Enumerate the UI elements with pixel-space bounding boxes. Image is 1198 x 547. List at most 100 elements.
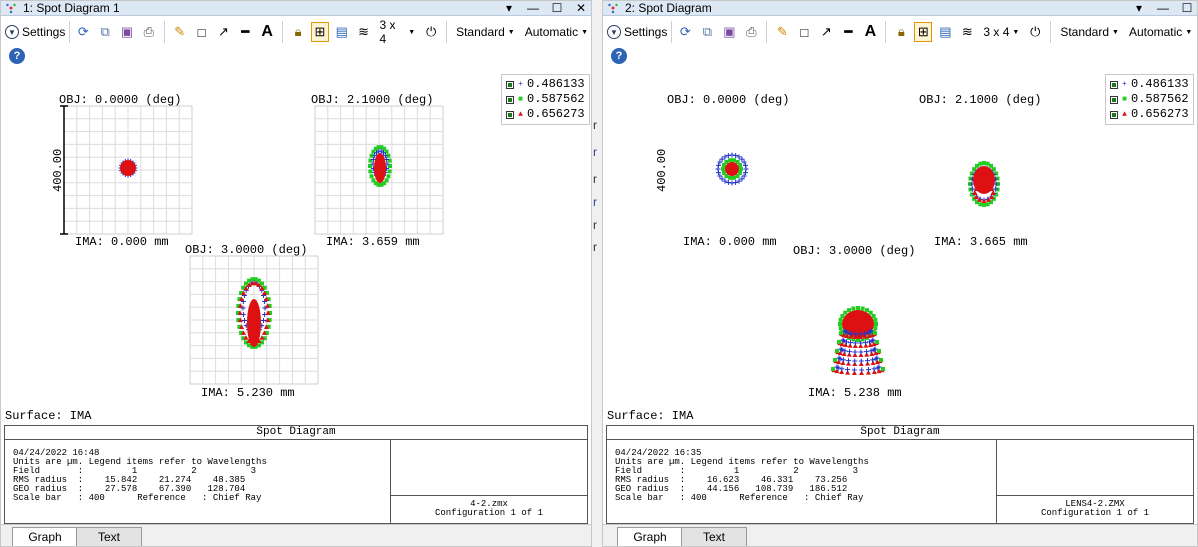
chevron-down-circle-icon: ▼ <box>607 25 621 39</box>
settings-label: Settings <box>624 25 668 39</box>
refresh-icon[interactable]: ⟳ <box>676 22 694 42</box>
spot-wl2 <box>387 169 392 174</box>
dropdown-arrow-icon[interactable]: ▾ <box>1133 1 1145 15</box>
spot-wl1 <box>851 367 857 373</box>
minimize-icon[interactable]: — <box>527 1 539 15</box>
layers-icon[interactable]: ≋ <box>958 22 976 42</box>
print-icon[interactable]: ⎙ <box>742 22 760 42</box>
spot-wl2 <box>833 358 837 362</box>
rectangle-icon[interactable]: □ <box>795 22 813 42</box>
spot-wl2 <box>837 340 841 344</box>
info-text: 04/24/2022 16:35 Units are µm. Legend ite… <box>607 440 997 523</box>
save-icon[interactable]: ▣ <box>720 22 738 42</box>
info-title: Spot Diagram <box>5 426 587 440</box>
spot-wl1 <box>866 367 871 373</box>
spot-wl2 <box>843 310 848 315</box>
standard-dropdown[interactable]: Standard ▼ <box>1057 25 1122 39</box>
automatic-dropdown[interactable]: Automatic ▼ <box>522 25 591 39</box>
tab-text[interactable]: Text <box>76 527 142 546</box>
tab-graph[interactable]: Graph <box>617 527 683 546</box>
window-title-bar[interactable]: 1: Spot Diagram 1 ▾ — ☐ ✕ <box>1 1 591 16</box>
close-icon[interactable]: ✕ <box>575 1 587 15</box>
grid-size-dropdown[interactable]: 3 x 4 ▼ <box>980 25 1022 39</box>
spot-wl2 <box>881 367 885 371</box>
line-icon[interactable]: ━ <box>839 22 857 42</box>
text-icon[interactable]: A <box>258 22 276 42</box>
spot-wl2 <box>260 281 264 286</box>
lock-icon[interactable]: 🔒︎ <box>892 22 910 42</box>
legend-item: ▲ 0.656273 <box>506 107 585 122</box>
legend-item: ■ 0.587562 <box>1110 92 1189 107</box>
save-icon[interactable]: ▣ <box>118 22 136 42</box>
spot-wl2 <box>721 167 725 171</box>
spot-wl3-core <box>374 153 386 183</box>
spot-wl2 <box>735 174 740 179</box>
spot-wl2 <box>838 322 842 326</box>
tab-text[interactable]: Text <box>681 527 747 546</box>
spot-wl1 <box>852 349 858 355</box>
spot-wl1 <box>839 366 845 372</box>
window-icon[interactable]: ▤ <box>333 22 351 42</box>
spot-wl3-core <box>120 160 136 176</box>
copy-icon[interactable]: ⧉ <box>96 22 114 42</box>
power-icon[interactable]: ⏻ <box>422 22 440 42</box>
checkbox-icon[interactable] <box>1110 110 1118 119</box>
layers-icon[interactable]: ≋ <box>355 22 373 42</box>
tab-graph[interactable]: Graph <box>12 527 78 546</box>
layout-grid-icon[interactable]: ⊞ <box>914 22 933 42</box>
help-icon[interactable]: ? <box>9 48 25 64</box>
help-icon[interactable]: ? <box>611 48 627 64</box>
print-icon[interactable]: ⎙ <box>140 22 158 42</box>
maximize-icon[interactable]: ☐ <box>551 1 563 15</box>
window-splitter[interactable]: r r r r r r <box>592 0 602 547</box>
spot-wl2 <box>860 306 865 311</box>
text-icon[interactable]: A <box>861 22 879 42</box>
checkbox-icon[interactable] <box>506 80 514 89</box>
spot-wl1 <box>871 366 877 372</box>
spot-wl2 <box>991 167 996 172</box>
minimize-icon[interactable]: — <box>1157 1 1169 15</box>
maximize-icon[interactable]: ☐ <box>1181 1 1193 15</box>
settings-button[interactable]: ▼ Settings <box>5 21 71 43</box>
spot-wl2 <box>982 161 986 165</box>
arrow-icon[interactable]: ↗ <box>215 22 233 42</box>
field-1-ima-label: IMA: 0.000 mm <box>683 235 777 249</box>
spot-wl2 <box>386 174 391 179</box>
spot-wl3-core <box>725 162 739 176</box>
window-title-bar[interactable]: 2: Spot Diagram ▾ — ☐ <box>603 1 1197 16</box>
power-icon[interactable]: ⏻ <box>1026 22 1044 42</box>
field-1-obj-label: OBJ: 0.0000 (deg) <box>667 93 789 107</box>
checkbox-icon[interactable] <box>1110 80 1118 89</box>
automatic-dropdown[interactable]: Automatic ▼ <box>1126 25 1195 39</box>
scale-bar-label: 400.00 <box>655 149 669 192</box>
checkbox-icon[interactable] <box>506 95 514 104</box>
line-icon[interactable]: ━ <box>236 22 254 42</box>
spot-wl2 <box>865 308 869 313</box>
settings-button[interactable]: ▼ Settings <box>607 21 673 43</box>
checkbox-icon[interactable] <box>1110 95 1118 104</box>
field-2-ima-label: IMA: 3.665 mm <box>934 235 1028 249</box>
copy-icon[interactable]: ⧉ <box>698 22 716 42</box>
spot-wl2 <box>838 326 843 331</box>
standard-dropdown[interactable]: Standard ▼ <box>453 25 518 39</box>
window-icon[interactable]: ▤ <box>936 22 954 42</box>
legend-item: +0.486133 <box>506 77 585 92</box>
layout-grid-icon[interactable]: ⊞ <box>310 22 329 42</box>
dropdown-arrow-icon[interactable]: ▾ <box>503 1 515 15</box>
spot-wl2 <box>835 349 839 353</box>
rectangle-icon[interactable]: □ <box>193 22 211 42</box>
surface-label: Surface: IMA <box>607 409 694 423</box>
spot-wl2 <box>368 169 373 174</box>
legend-item: ▲ 0.656273 <box>1110 107 1189 122</box>
lock-icon[interactable]: 🔒︎ <box>289 22 307 42</box>
field-3-obj-label: OBJ: 3.0000 (deg) <box>185 243 307 257</box>
spot-wl2 <box>982 203 986 207</box>
grid-size-dropdown[interactable]: 3 x 4 ▼ <box>377 18 419 46</box>
checkbox-icon[interactable] <box>506 110 514 119</box>
pencil-icon[interactable]: ✎ <box>773 22 791 42</box>
arrow-icon[interactable]: ↗ <box>817 22 835 42</box>
spot-wl2 <box>851 306 856 311</box>
pencil-icon[interactable]: ✎ <box>171 22 189 42</box>
spot-wl1 <box>874 355 880 361</box>
refresh-icon[interactable]: ⟳ <box>74 22 92 42</box>
